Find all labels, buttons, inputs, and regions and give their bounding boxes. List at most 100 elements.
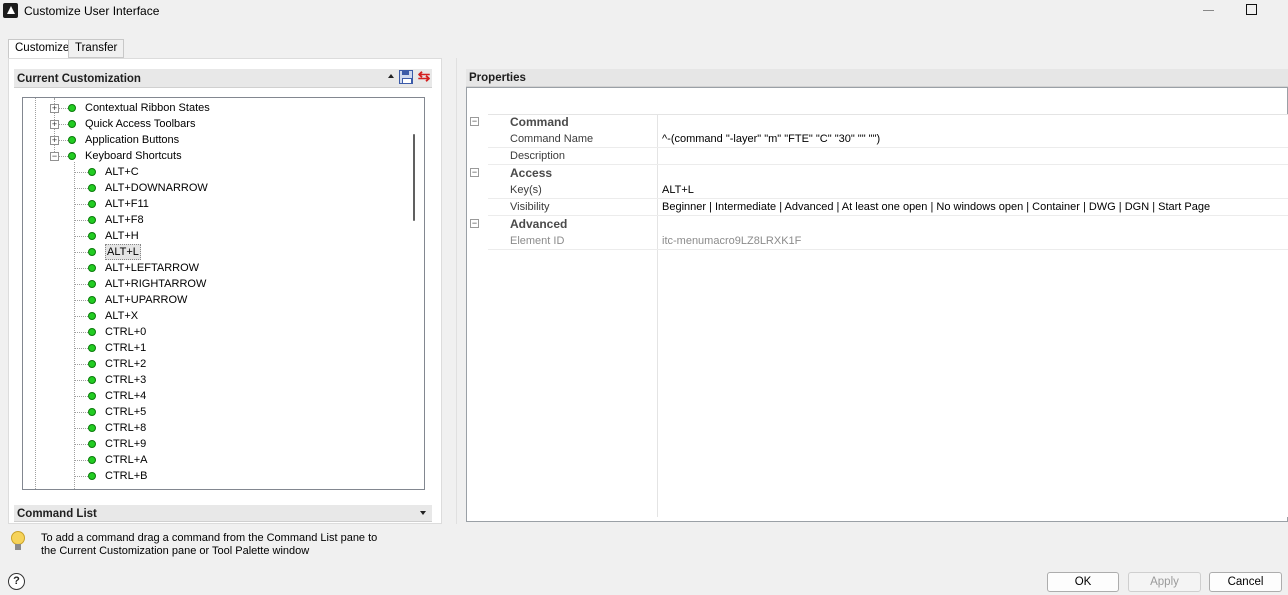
tree-item-label[interactable]: ALT+X xyxy=(105,308,138,324)
status-dot-icon xyxy=(88,392,96,400)
tree-item-label[interactable]: CTRL+B xyxy=(105,468,148,484)
tree-item-label[interactable]: ALT+RIGHTARROW xyxy=(105,276,206,292)
tree-item-label[interactable]: CTRL+5 xyxy=(105,404,146,420)
tree-item-label[interactable]: CTRL+1 xyxy=(105,340,146,356)
expand-down-icon[interactable] xyxy=(420,511,426,515)
tree-leaf[interactable]: CTRL+8 xyxy=(23,420,409,436)
tree-leaf[interactable]: CTRL+1 xyxy=(23,340,409,356)
tree-node[interactable]: + Contextual Ribbon States xyxy=(23,100,409,116)
tree-item-label[interactable]: CTRL+3 xyxy=(105,372,146,388)
tree-leaf[interactable]: CTRL+4 xyxy=(23,388,409,404)
hint-text-line-1: To add a command drag a command from the… xyxy=(41,532,378,544)
status-dot-icon xyxy=(88,280,96,288)
tree-node[interactable]: + Application Buttons xyxy=(23,132,409,148)
cancel-button[interactable]: Cancel xyxy=(1209,572,1282,592)
status-dot-icon xyxy=(88,264,96,272)
tree-item-label[interactable]: ALT+DOWNARROW xyxy=(105,180,208,196)
tree-scrollbar-thumb[interactable] xyxy=(413,134,415,221)
tree-leaf[interactable]: CTRL+B xyxy=(23,468,409,484)
apply-button[interactable]: Apply xyxy=(1128,572,1201,592)
tree-leaf[interactable]: ALT+DOWNARROW xyxy=(23,180,409,196)
property-value[interactable]: ALT+L xyxy=(662,184,694,196)
property-name: Visibility xyxy=(510,201,550,213)
status-dot-icon xyxy=(88,344,96,352)
category-label: Command xyxy=(510,115,569,129)
ok-button[interactable]: OK xyxy=(1047,572,1119,592)
property-row-element-id[interactable]: Element ID itc-menumacro9LZ8LRXK1F xyxy=(488,233,1288,250)
tree-leaf[interactable]: CTRL+3 xyxy=(23,372,409,388)
tree-leaf[interactable]: CTRL+0 xyxy=(23,324,409,340)
tree-scrollbar[interactable] xyxy=(406,98,424,489)
tree-item-label[interactable]: ALT+C xyxy=(105,164,139,180)
category-advanced[interactable]: − Advanced xyxy=(470,216,1288,233)
category-access[interactable]: − Access xyxy=(470,165,1288,182)
property-row-keys[interactable]: Key(s) ALT+L xyxy=(488,182,1288,199)
tree-leaf[interactable]: ALT+UPARROW xyxy=(23,292,409,308)
status-dot-icon xyxy=(88,296,96,304)
status-dot-icon xyxy=(88,360,96,368)
tree-leaf[interactable]: ALT+L xyxy=(23,244,409,260)
property-name: Key(s) xyxy=(510,184,542,196)
property-name: Description xyxy=(510,150,566,162)
property-value[interactable]: ^-(command "-layer" "m" "FTE" "C" "30" "… xyxy=(662,133,880,145)
property-name: Command Name xyxy=(510,133,594,145)
tree-item-label[interactable]: CTRL+0 xyxy=(105,324,146,340)
tree-leaf[interactable]: ALT+F11 xyxy=(23,196,409,212)
maximize-icon[interactable] xyxy=(1246,4,1257,15)
tab-customize[interactable]: Customize xyxy=(8,39,77,59)
save-icon[interactable] xyxy=(399,70,413,84)
status-dot-icon xyxy=(88,232,96,240)
collapse-icon[interactable]: − xyxy=(470,219,479,228)
expand-icon[interactable]: + xyxy=(50,104,59,113)
tree-item-label[interactable]: ALT+F11 xyxy=(105,196,149,212)
current-customization-title: Current Customization xyxy=(17,73,141,85)
tree-item-label[interactable]: CTRL+A xyxy=(105,452,148,468)
tree-leaf[interactable]: ALT+H xyxy=(23,228,409,244)
tree-item-label[interactable]: ALT+LEFTARROW xyxy=(105,260,199,276)
tree-leaf[interactable]: ALT+X xyxy=(23,308,409,324)
customization-tree[interactable]: + Contextual Ribbon States + Quick Access T… xyxy=(22,97,425,490)
tree-item-label[interactable]: CTRL+9 xyxy=(105,436,146,452)
tree-item-label[interactable]: Quick Access Toolbars xyxy=(85,116,195,132)
collapse-up-icon[interactable] xyxy=(388,74,394,78)
help-icon[interactable]: ? xyxy=(8,573,25,590)
tree-leaf[interactable]: CTRL+9 xyxy=(23,436,409,452)
pane-divider[interactable] xyxy=(456,58,457,524)
tree-node[interactable]: − Keyboard Shortcuts xyxy=(23,148,409,164)
tree-item-label[interactable]: Keyboard Shortcuts xyxy=(85,148,182,164)
collapse-icon[interactable]: − xyxy=(470,168,479,177)
property-value: itc-menumacro9LZ8LRXK1F xyxy=(662,235,802,247)
status-dot-icon xyxy=(88,312,96,320)
tree-item-label[interactable]: CTRL+2 xyxy=(105,356,146,372)
category-command[interactable]: − Command xyxy=(470,114,1288,131)
tree-leaf[interactable]: CTRL+A xyxy=(23,452,409,468)
tree-item-label[interactable]: Application Buttons xyxy=(85,132,179,148)
property-value[interactable]: Beginner | Intermediate | Advanced | At … xyxy=(662,201,1210,213)
tree-item-label[interactable]: CTRL+4 xyxy=(105,388,146,404)
expand-icon[interactable]: + xyxy=(50,136,59,145)
tree-item-label[interactable]: Contextual Ribbon States xyxy=(85,100,210,116)
tab-transfer[interactable]: Transfer xyxy=(68,39,125,58)
tree-leaf[interactable]: CTRL+2 xyxy=(23,356,409,372)
tree-leaf[interactable]: CTRL+5 xyxy=(23,404,409,420)
collapse-icon[interactable]: − xyxy=(470,117,479,126)
property-row-command-name[interactable]: Command Name ^-(command "-layer" "m" "FT… xyxy=(488,131,1288,148)
property-row-visibility[interactable]: Visibility Beginner | Intermediate | Adv… xyxy=(488,199,1288,216)
tree-item-label[interactable]: ALT+F8 xyxy=(105,212,144,228)
tree-item-label[interactable]: ALT+L xyxy=(105,244,141,260)
expand-icon[interactable]: + xyxy=(50,120,59,129)
tree-node[interactable]: + Quick Access Toolbars xyxy=(23,116,409,132)
status-dot-icon xyxy=(88,424,96,432)
tree-leaf[interactable]: ALT+F8 xyxy=(23,212,409,228)
status-dot-icon xyxy=(88,216,96,224)
minimize-icon[interactable] xyxy=(1203,10,1214,11)
property-row-description[interactable]: Description xyxy=(488,148,1288,165)
tree-item-label[interactable]: ALT+UPARROW xyxy=(105,292,187,308)
tree-leaf[interactable]: ALT+LEFTARROW xyxy=(23,260,409,276)
tree-item-label[interactable]: CTRL+8 xyxy=(105,420,146,436)
refresh-icon[interactable]: ⇆ xyxy=(416,69,432,85)
tree-leaf[interactable]: ALT+RIGHTARROW xyxy=(23,276,409,292)
tree-leaf[interactable]: ALT+C xyxy=(23,164,409,180)
tree-item-label[interactable]: ALT+H xyxy=(105,228,139,244)
collapse-icon[interactable]: − xyxy=(50,152,59,161)
